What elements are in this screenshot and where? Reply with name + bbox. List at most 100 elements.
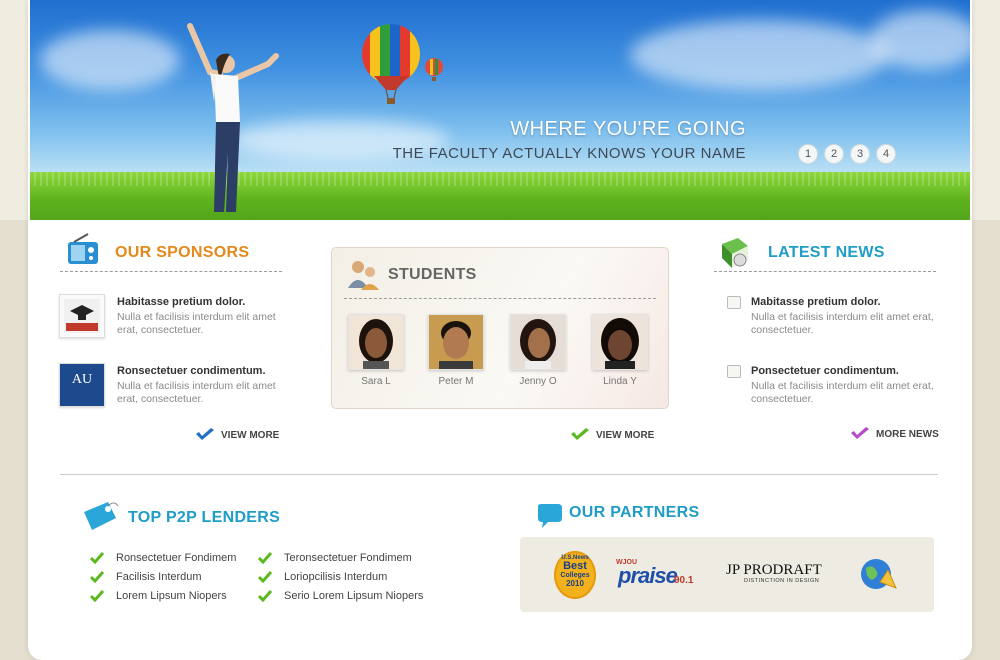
checkmark-icon: [90, 552, 104, 564]
lender-name: Facilisis Interdum: [116, 571, 202, 583]
partners-panel: U.S.News Best Colleges 2010 WJOU praise …: [520, 537, 934, 612]
small-balloon-image: [425, 58, 443, 81]
jp-tagline: DISTINCTION IN DESIGN: [744, 578, 820, 584]
student-face-image: [429, 315, 483, 369]
partner-logo-usnews[interactable]: U.S.News Best Colleges 2010: [554, 551, 596, 599]
student-photo: [348, 314, 404, 370]
usnews-colleges: Colleges: [560, 572, 590, 579]
sponsor-item-title[interactable]: Habitasse pretium dolor.: [117, 296, 287, 308]
view-more-label: VIEW MORE: [596, 429, 655, 441]
check-arrow-purple-icon: [851, 427, 869, 439]
students-panel: STUDENTS Sara L Peter M Jenny O Linda Y: [331, 247, 669, 409]
student-photo: [428, 314, 484, 370]
lender-item[interactable]: Serio Lorem Lipsum Niopers: [258, 590, 423, 602]
students-view-more-link[interactable]: VIEW MORE: [570, 428, 654, 442]
users-icon: [348, 261, 379, 290]
sponsors-title: OUR SPONSORS: [115, 244, 250, 261]
student-name: Sara L: [361, 376, 391, 387]
checkmark-icon: [90, 571, 104, 583]
sponsor-logo-au[interactable]: AU: [59, 363, 105, 407]
speech-bubble-icon: [538, 504, 562, 528]
student-card[interactable]: Jenny O: [510, 314, 566, 387]
tag-icon: [84, 502, 119, 530]
student-card[interactable]: Peter M: [428, 314, 484, 387]
lenders-title: TOP P2P LENDERS: [128, 509, 281, 526]
au-logo-text: AU: [71, 372, 93, 387]
more-news-label: MORE NEWS: [876, 428, 939, 440]
check-arrow-blue-icon: [196, 428, 214, 440]
sponsor-item-2: Ronsectetuer condimentum. Nulla et facil…: [117, 365, 287, 406]
lender-item[interactable]: Teronsectetuer Fondimem: [258, 552, 412, 564]
news-item-text: Nulla et facilisis interdum elit amet er…: [751, 380, 934, 405]
divider: [60, 271, 282, 272]
lender-name: Teronsectetuer Fondimem: [284, 552, 412, 564]
partner-logo-praise[interactable]: WJOU praise 90.1: [616, 559, 712, 589]
news-item-title[interactable]: Ponsectetuer condimentum.: [751, 365, 941, 377]
divider: [344, 298, 656, 299]
checkmark-icon: [258, 590, 272, 602]
calendar-icon: [727, 296, 741, 309]
lender-item[interactable]: Ronsectetuer Fondimem: [90, 552, 236, 564]
student-face-image: [349, 315, 403, 369]
hero-title: WHERE YOU'RE GOING: [510, 118, 746, 140]
student-name: Peter M: [438, 376, 474, 387]
sponsors-view-more-link[interactable]: VIEW MORE: [195, 428, 279, 442]
news-item-2: Ponsectetuer condimentum. Nulla et facil…: [751, 365, 941, 406]
lender-name: Loriopcilisis Interdum: [284, 571, 388, 583]
cloud: [630, 20, 890, 90]
news-book-icon: [722, 238, 748, 268]
jp-wordmark: JP PRODRAFT: [726, 562, 822, 578]
student-face-image: [593, 315, 647, 369]
checkmark-icon: [258, 552, 272, 564]
graduation-cap-icon: [64, 299, 100, 333]
lender-item[interactable]: Lorem Lipsum Niopers: [90, 590, 227, 602]
partner-logo-jp-prodraft[interactable]: JP PRODRAFT DISTINCTION IN DESIGN: [726, 562, 840, 585]
usnews-best: Best: [563, 560, 587, 572]
student-name: Linda Y: [603, 376, 637, 387]
grass-field: [30, 172, 970, 220]
student-card[interactable]: Sara L: [348, 314, 404, 387]
check-arrow-green-icon: [571, 428, 589, 440]
person-arms-raised-image: [187, 23, 279, 212]
praise-wordmark: praise: [618, 563, 678, 588]
pager-button-4[interactable]: 4: [876, 144, 896, 164]
student-photo: [592, 314, 648, 370]
student-face-image: [511, 315, 565, 369]
sponsor-item-title[interactable]: Ronsectetuer condimentum.: [117, 365, 287, 377]
cloud: [870, 10, 970, 70]
news-item-1: Mabitasse pretium dolor. Nulla et facili…: [751, 296, 941, 337]
hot-air-balloon-image: [362, 24, 420, 104]
lender-item[interactable]: Loriopcilisis Interdum: [258, 571, 387, 583]
pager-button-1[interactable]: 1: [798, 144, 818, 164]
praise-frequency: 90.1: [674, 575, 694, 586]
checkmark-icon: [258, 571, 272, 583]
student-card[interactable]: Linda Y: [592, 314, 648, 387]
lender-item[interactable]: Facilisis Interdum: [90, 571, 202, 583]
lender-name: Serio Lorem Lipsum Niopers: [284, 590, 424, 602]
news-item-text: Nulla et facilisis interdum elit amet er…: [751, 311, 934, 336]
divider: [714, 271, 936, 272]
usnews-year: 2010: [566, 579, 584, 588]
news-item-title[interactable]: Mabitasse pretium dolor.: [751, 296, 941, 308]
checkmark-icon: [90, 590, 104, 602]
sponsor-item-text: Nulla et facilisis interdum elit amet er…: [117, 380, 276, 405]
hero-banner: WHERE YOU'RE GOING THE FACULTY ACTUALLY …: [30, 0, 970, 220]
latest-news-title: LATEST NEWS: [768, 244, 885, 261]
pager-button-3[interactable]: 3: [850, 144, 870, 164]
students-title: STUDENTS: [388, 266, 477, 283]
view-more-label: VIEW MORE: [221, 429, 280, 441]
sponsor-item-text: Nulla et facilisis interdum elit amet er…: [117, 311, 276, 336]
student-photo: [510, 314, 566, 370]
more-news-link[interactable]: MORE NEWS: [850, 427, 939, 441]
lender-name: Lorem Lipsum Niopers: [116, 590, 227, 602]
hero-subtitle: THE FACULTY ACTUALLY KNOWS YOUR NAME: [392, 145, 746, 162]
lender-name: Ronsectetuer Fondimem: [116, 552, 237, 564]
pager-button-2[interactable]: 2: [824, 144, 844, 164]
partners-title: OUR PARTNERS: [569, 504, 700, 521]
partner-globe-logo-icon[interactable]: [858, 556, 898, 596]
page-container: WHERE YOU'RE GOING THE FACULTY ACTUALLY …: [28, 0, 972, 660]
calendar-icon: [727, 365, 741, 378]
sponsor-item-1: Habitasse pretium dolor. Nulla et facili…: [117, 296, 287, 337]
cloud: [40, 30, 180, 90]
sponsor-logo-graduation[interactable]: [59, 294, 105, 338]
